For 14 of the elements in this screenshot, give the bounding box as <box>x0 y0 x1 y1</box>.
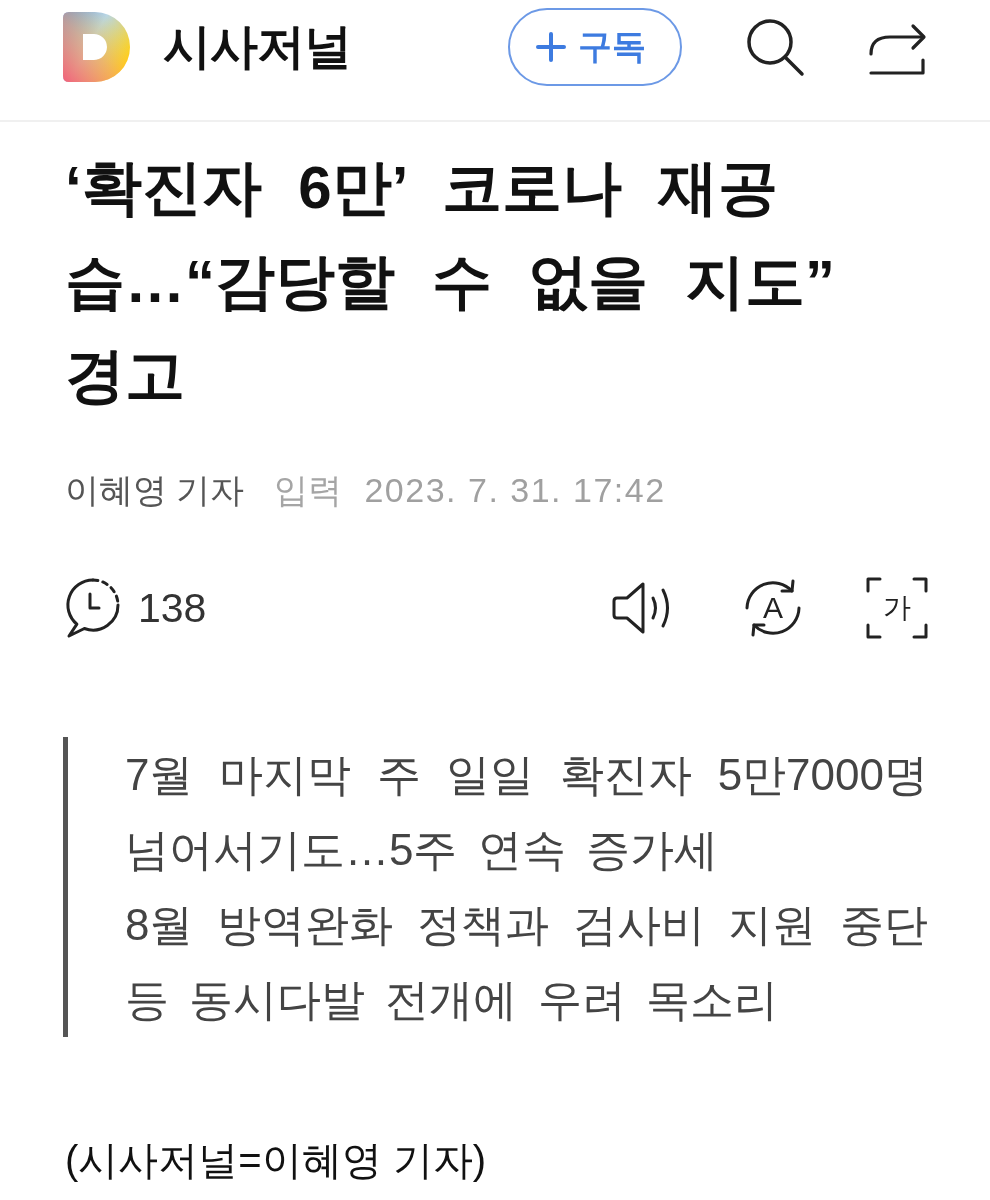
summary-text: 7월 마지막 주 일일 확진자 5만7000명 넘어서기도…5주 연속 증가세 <box>125 749 928 876</box>
input-label: 입력 <box>274 470 343 511</box>
search-icon[interactable] <box>745 17 805 77</box>
logo-icon <box>63 12 130 82</box>
body-paragraph: (시사저널=이혜영 기자) <box>65 1137 488 1184</box>
subscribe-button[interactable]: 구독 <box>508 8 682 86</box>
comments-button[interactable]: 138 <box>62 577 207 639</box>
article-title: ‘확진자 6만’ 코로나 재공습…“감당할 수 없을 지도” 경고 <box>65 153 836 411</box>
publish-datetime: 2023. 7. 31. 17:42 <box>364 470 666 511</box>
text-size-button[interactable]: 가 <box>866 577 928 639</box>
author-name: 이혜영 기자 <box>65 470 245 511</box>
plus-icon <box>536 32 566 62</box>
summary-text: 8월 방역완화 정책과 검사비 지원 중단 등 동시다발 전개에 우려 목소리 <box>125 899 928 1026</box>
site-name: 시사저널 <box>163 19 351 75</box>
